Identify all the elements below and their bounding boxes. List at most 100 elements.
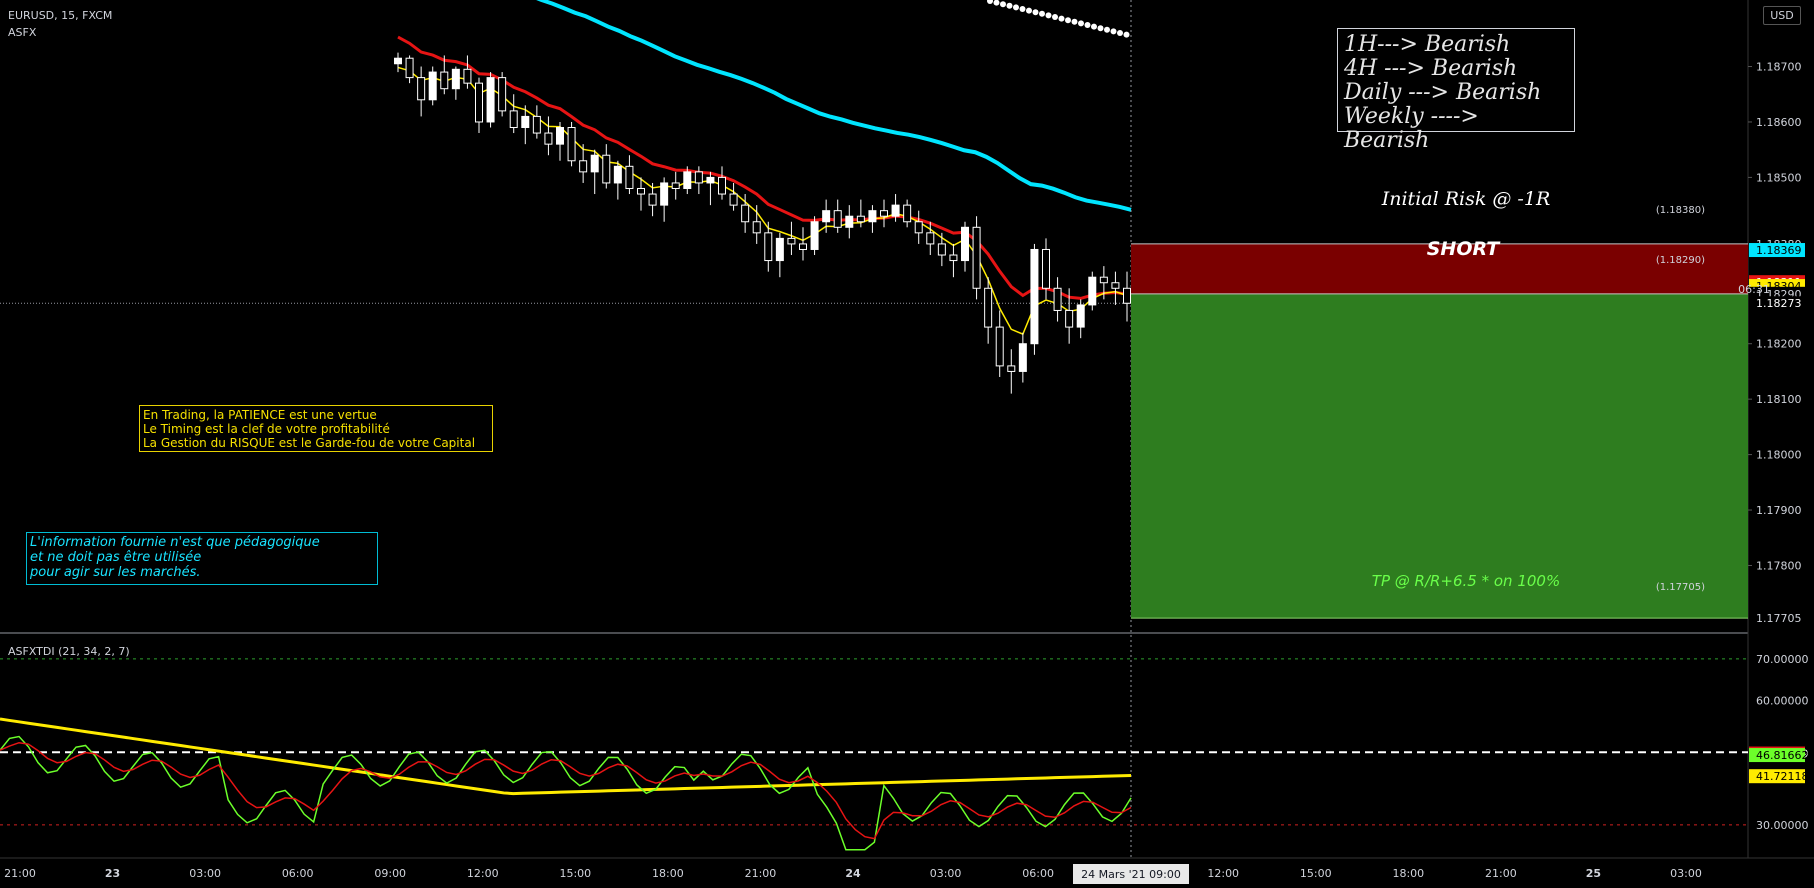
- osc-tick-label: 60.00000: [1756, 694, 1809, 707]
- candle-body: [914, 221, 923, 234]
- candle-body: [1042, 248, 1050, 289]
- disclaimer-line: et ne doit pas être utilisée: [30, 550, 202, 565]
- time-tick-label: 18:00: [652, 867, 684, 880]
- time-tick-label: 15:00: [1300, 867, 1332, 880]
- candle-body: [833, 210, 842, 228]
- oscillator-title: ASFXTDI (21, 34, 2, 7): [8, 645, 130, 658]
- psar-dot: [1052, 14, 1058, 20]
- disclaimer-box[interactable]: L'information fournie n'est que pédagogi…: [26, 532, 378, 585]
- candle-body: [498, 77, 507, 112]
- candle-body: [961, 226, 969, 262]
- candle-body: [637, 187, 645, 195]
- candle-body: [1111, 282, 1120, 289]
- psar-dot: [1084, 22, 1091, 28]
- osc-badge-label: 46.81662: [1756, 749, 1809, 762]
- osc-tick-label: 70.00000: [1756, 653, 1809, 666]
- disclaimer-line: pour agir sur les marchés.: [30, 565, 201, 580]
- candle-body: [509, 110, 518, 129]
- candle-body: [1007, 365, 1016, 372]
- candle-body: [845, 215, 854, 228]
- time-tick-label: 09:00: [374, 867, 406, 880]
- motto-box[interactable]: En Trading, la PATIENCE est une vertue L…: [139, 405, 493, 452]
- candle-body: [463, 68, 472, 84]
- candle-body: [602, 154, 611, 184]
- motto-line: Le Timing est la clef de votre profitabi…: [143, 422, 390, 436]
- candle-body: [440, 71, 449, 90]
- psar-dot: [1039, 10, 1045, 17]
- osc-yellow-line: [0, 717, 1132, 796]
- candle-body: [937, 243, 946, 256]
- candle-body: [718, 176, 726, 195]
- candle-body: [660, 182, 669, 206]
- psar-dot: [1032, 9, 1039, 16]
- candle-body: [1088, 276, 1097, 306]
- price-badge-label: 1.17705: [1756, 612, 1802, 625]
- time-tick-label: 12:00: [467, 867, 499, 880]
- candle-body: [544, 132, 553, 145]
- candle-body: [683, 171, 692, 189]
- bias-line: 4H ---> Bearish: [1344, 56, 1518, 81]
- psar-dot: [993, 0, 1000, 6]
- price-tick-label: 1.17800: [1756, 559, 1802, 572]
- psar-dot: [1019, 6, 1026, 12]
- osc-tick-label: 30.00000: [1756, 819, 1809, 832]
- psar-dot: [1091, 23, 1097, 30]
- time-tick-label: 23: [105, 867, 120, 880]
- price-tick-label: 1.18500: [1756, 171, 1802, 184]
- oscillator-lines: [0, 658, 1748, 851]
- candlesticks: [394, 52, 1131, 394]
- symbol-title[interactable]: EURUSD, 15, FXCM: [8, 9, 112, 22]
- indicator-title[interactable]: ASFX: [8, 26, 36, 39]
- tp-label: TP @ R/R+6.5 * on 100%: [1372, 572, 1560, 590]
- candle-body: [394, 57, 402, 65]
- candle-body: [926, 232, 935, 245]
- candle-body: [810, 221, 819, 250]
- candle-body: [729, 193, 738, 206]
- candle-body: [741, 204, 750, 223]
- psar-dot: [1000, 1, 1006, 8]
- candle-body: [1099, 276, 1108, 284]
- psar-dot: [1065, 17, 1071, 24]
- candle-body: [556, 127, 564, 145]
- time-tick-label: 21:00: [4, 867, 36, 880]
- bias-line: Weekly ----> Bearish: [1344, 104, 1479, 153]
- timeframe-bias-box[interactable]: 1H---> Bearish 4H ---> Bearish Daily ---…: [1337, 28, 1575, 153]
- candle-body: [625, 165, 634, 189]
- price-tick-label: 1.18000: [1756, 449, 1802, 462]
- candle-body: [1053, 287, 1062, 311]
- candle-body: [417, 77, 426, 101]
- time-tick-label: 18:00: [1392, 867, 1424, 880]
- countdown-label: 06:31: [1738, 283, 1770, 296]
- time-tick-label: 12:00: [1207, 867, 1239, 880]
- psar-dot: [1117, 30, 1123, 36]
- time-tick-label: 21:00: [1485, 867, 1517, 880]
- candle-body: [451, 68, 460, 90]
- currency-button[interactable]: USD: [1763, 6, 1801, 25]
- candle-body: [868, 210, 877, 223]
- time-tick-label: 06:00: [282, 867, 314, 880]
- entry-price-label: (1.18290): [1656, 255, 1705, 266]
- candle-body: [995, 326, 1004, 367]
- psar-dot: [1123, 31, 1130, 38]
- psar-dot: [987, 0, 993, 4]
- price-tick-label: 1.18600: [1756, 116, 1802, 129]
- candle-body: [880, 210, 888, 217]
- candle-body: [521, 115, 530, 129]
- candle-body: [1123, 287, 1131, 304]
- ma-red-line: [397, 35, 1128, 300]
- disclaimer-line: L'information fournie n'est que pédagogi…: [30, 535, 320, 550]
- time-tick-label: 03:00: [189, 867, 221, 880]
- time-tick-label: 03:00: [930, 867, 962, 880]
- time-tick-label: 15:00: [559, 867, 591, 880]
- candle-body: [787, 237, 796, 245]
- candle-body: [891, 204, 900, 217]
- candle-body: [579, 160, 588, 173]
- time-tick-label: 03:00: [1670, 867, 1702, 880]
- candle-body: [475, 82, 483, 123]
- ma-cyan-line: [536, 0, 1132, 212]
- position-zones: [1131, 243, 1748, 619]
- time-tick-label: 24: [845, 867, 861, 880]
- candle-body: [1065, 309, 1074, 328]
- candle-body: [694, 171, 703, 184]
- psar-dot: [1078, 20, 1084, 27]
